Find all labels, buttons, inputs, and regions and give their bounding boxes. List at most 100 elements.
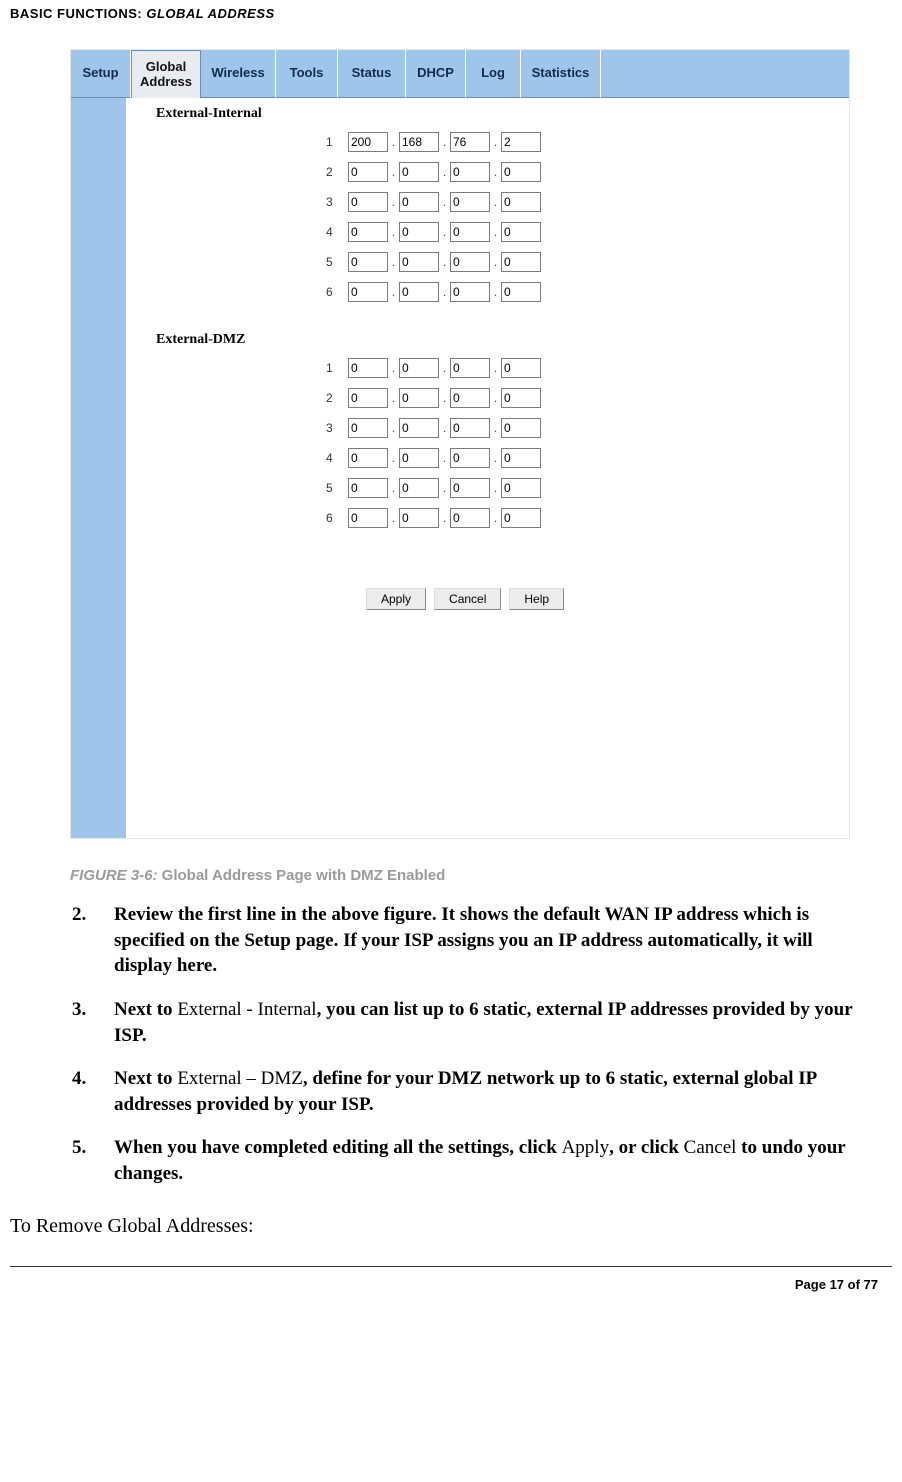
ip-dot: . xyxy=(388,511,399,526)
ip-octet-input[interactable] xyxy=(348,508,388,528)
step-body: Review the first line in the above figur… xyxy=(114,902,862,979)
ip-octet-input[interactable] xyxy=(501,448,541,468)
ip-octet-input[interactable] xyxy=(348,448,388,468)
figure-title: Global Address Page with DMZ Enabled xyxy=(158,867,446,884)
ip-octet-input[interactable] xyxy=(450,252,490,272)
ip-octet-input[interactable] xyxy=(348,358,388,378)
ip-octet-input[interactable] xyxy=(399,192,439,212)
router-ui-screenshot: SetupGlobal AddressWirelessToolsStatusDH… xyxy=(70,49,850,839)
cancel-button[interactable]: Cancel xyxy=(434,588,501,610)
ip-octet-input[interactable] xyxy=(501,162,541,182)
ip-octet-input[interactable] xyxy=(348,478,388,498)
ip-dot: . xyxy=(490,165,501,180)
ip-octet-input[interactable] xyxy=(501,282,541,302)
ip-octet-input[interactable] xyxy=(348,192,388,212)
ip-dot: . xyxy=(490,255,501,270)
figure-number: FIGURE 3-6: xyxy=(70,867,158,884)
ip-row: 3... xyxy=(326,192,839,212)
ip-octet-input[interactable] xyxy=(450,282,490,302)
ip-octet-input[interactable] xyxy=(450,192,490,212)
ip-octet-input[interactable] xyxy=(501,478,541,498)
footer-rule xyxy=(10,1266,892,1267)
ip-octet-input[interactable] xyxy=(399,282,439,302)
row-number: 1 xyxy=(326,135,348,149)
ip-octet-input[interactable] xyxy=(348,388,388,408)
ip-octet-input[interactable] xyxy=(501,358,541,378)
ip-octet-input[interactable] xyxy=(399,132,439,152)
ip-octet-input[interactable] xyxy=(348,222,388,242)
ip-octet-input[interactable] xyxy=(348,282,388,302)
row-number: 2 xyxy=(326,391,348,405)
ip-row: 4... xyxy=(326,222,839,242)
ip-dot: . xyxy=(490,225,501,240)
ip-octet-input[interactable] xyxy=(450,508,490,528)
step-body: Next to External - Internal, you can lis… xyxy=(114,997,862,1048)
left-sidebar xyxy=(71,98,126,838)
ip-dot: . xyxy=(388,361,399,376)
ip-octet-input[interactable] xyxy=(450,448,490,468)
ip-octet-input[interactable] xyxy=(501,388,541,408)
ip-octet-input[interactable] xyxy=(399,508,439,528)
tab-global-address[interactable]: Global Address xyxy=(131,50,201,98)
ip-octet-input[interactable] xyxy=(450,132,490,152)
tab-log[interactable]: Log xyxy=(466,50,521,98)
row-number: 4 xyxy=(326,225,348,239)
ip-octet-input[interactable] xyxy=(399,388,439,408)
ip-dot: . xyxy=(439,225,450,240)
ip-octet-input[interactable] xyxy=(501,418,541,438)
row-number: 3 xyxy=(326,195,348,209)
ip-row: 2... xyxy=(326,388,839,408)
tab-wireless[interactable]: Wireless xyxy=(201,50,276,98)
config-pane: External-Internal1...2...3...4...5...6..… xyxy=(126,98,849,838)
tab-filler xyxy=(601,50,849,98)
row-number: 5 xyxy=(326,481,348,495)
ip-octet-input[interactable] xyxy=(348,252,388,272)
ip-dot: . xyxy=(490,451,501,466)
ip-octet-input[interactable] xyxy=(501,132,541,152)
step-body: When you have completed editing all the … xyxy=(114,1135,862,1186)
ip-octet-input[interactable] xyxy=(450,358,490,378)
ip-dot: . xyxy=(388,285,399,300)
tab-tools[interactable]: Tools xyxy=(276,50,338,98)
ip-dot: . xyxy=(439,361,450,376)
help-button[interactable]: Help xyxy=(509,588,564,610)
ip-row: 6... xyxy=(326,282,839,302)
ip-dot: . xyxy=(490,135,501,150)
tab-setup[interactable]: Setup xyxy=(71,50,131,98)
ip-octet-input[interactable] xyxy=(501,192,541,212)
page-footer: Page 17 of 77 xyxy=(10,1277,892,1292)
ip-dot: . xyxy=(388,421,399,436)
ip-octet-input[interactable] xyxy=(399,252,439,272)
ip-octet-input[interactable] xyxy=(348,418,388,438)
ip-dot: . xyxy=(490,195,501,210)
row-number: 1 xyxy=(326,361,348,375)
ip-dot: . xyxy=(490,481,501,496)
ip-octet-input[interactable] xyxy=(399,162,439,182)
tab-status[interactable]: Status xyxy=(338,50,406,98)
ip-dot: . xyxy=(388,165,399,180)
apply-button[interactable]: Apply xyxy=(366,588,426,610)
ip-octet-input[interactable] xyxy=(501,222,541,242)
ip-octet-input[interactable] xyxy=(450,222,490,242)
ip-dot: . xyxy=(388,255,399,270)
ip-octet-input[interactable] xyxy=(450,162,490,182)
ip-octet-input[interactable] xyxy=(399,448,439,468)
ip-octet-input[interactable] xyxy=(450,388,490,408)
ip-octet-input[interactable] xyxy=(450,418,490,438)
ip-octet-input[interactable] xyxy=(501,252,541,272)
ip-octet-input[interactable] xyxy=(501,508,541,528)
ip-octet-input[interactable] xyxy=(399,222,439,242)
tab-statistics[interactable]: Statistics xyxy=(521,50,601,98)
ip-dot: . xyxy=(439,451,450,466)
ip-octet-input[interactable] xyxy=(399,358,439,378)
ip-octet-input[interactable] xyxy=(399,478,439,498)
ip-octet-input[interactable] xyxy=(450,478,490,498)
ip-dot: . xyxy=(388,481,399,496)
ip-octet-input[interactable] xyxy=(399,418,439,438)
tab-dhcp[interactable]: DHCP xyxy=(406,50,466,98)
ip-octet-input[interactable] xyxy=(348,162,388,182)
ip-octet-input[interactable] xyxy=(348,132,388,152)
ip-dot: . xyxy=(439,165,450,180)
ip-dot: . xyxy=(439,391,450,406)
row-number: 6 xyxy=(326,285,348,299)
